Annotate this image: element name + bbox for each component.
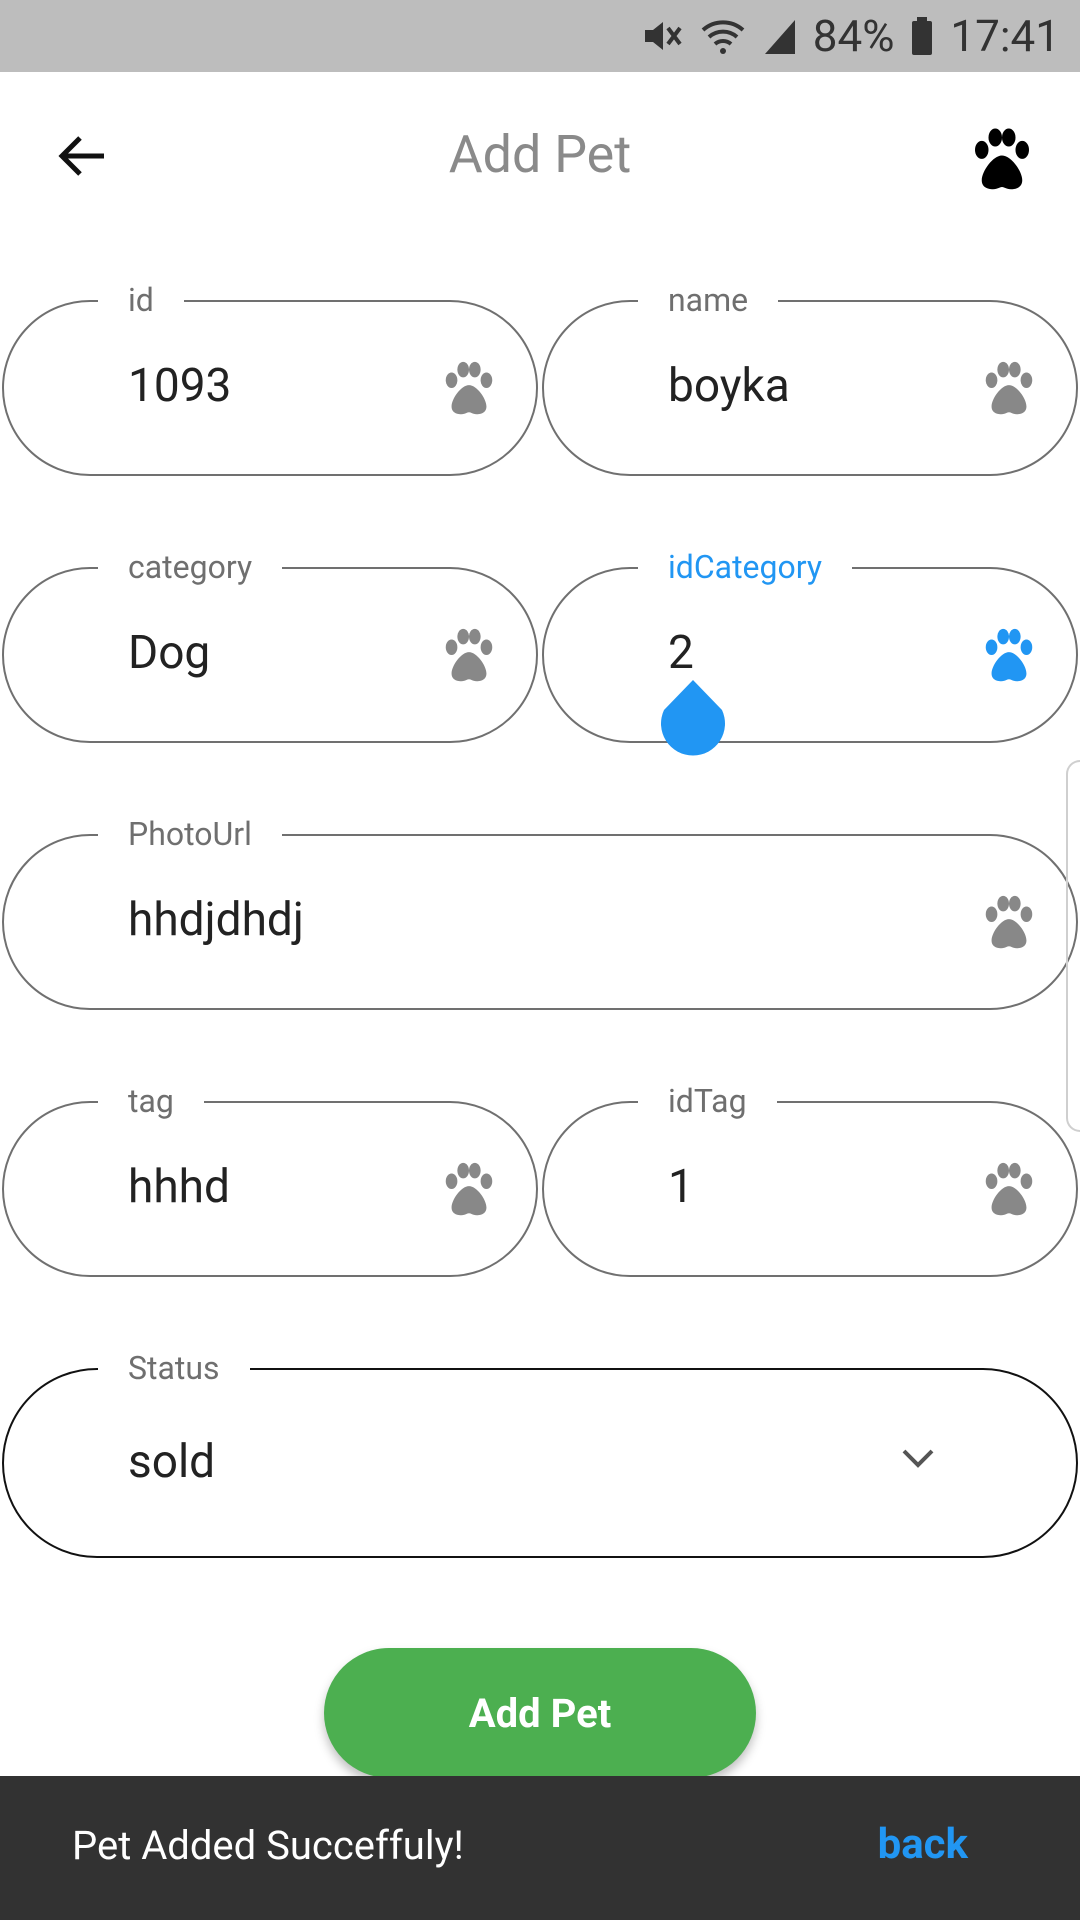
signal-icon <box>763 16 797 56</box>
paw-icon <box>978 1159 1040 1221</box>
snackbar: Pet Added Succeffuly! back <box>0 1776 1080 1920</box>
snackbar-back-button[interactable]: back <box>878 1820 968 1869</box>
battery-percent: 84% <box>812 10 895 62</box>
paw-icon <box>966 124 1038 196</box>
paw-icon <box>438 1159 500 1221</box>
id-tag-label: idTag <box>638 1079 777 1123</box>
status-value: sold <box>128 1435 216 1489</box>
id-category-label: idCategory <box>638 545 852 589</box>
name-value: boyka <box>668 359 790 413</box>
name-label: name <box>638 278 779 322</box>
category-label: category <box>98 545 283 589</box>
tag-label: tag <box>98 1079 204 1123</box>
id-value: 1093 <box>128 359 232 413</box>
chevron-down-icon <box>898 1438 938 1478</box>
id-field[interactable]: id 1093 <box>2 278 538 476</box>
category-field[interactable]: category Dog <box>2 545 538 743</box>
status-bar: 84% 17:41 <box>0 0 1080 72</box>
photo-url-label: PhotoUrl <box>98 812 282 856</box>
status-dropdown[interactable]: Status sold <box>2 1346 1078 1558</box>
photo-url-value: hhdjdhdj <box>128 893 304 947</box>
id-category-field[interactable]: idCategory 2 <box>542 545 1078 743</box>
paw-icon <box>438 625 500 687</box>
photo-url-field[interactable]: PhotoUrl hhdjdhdj <box>2 812 1078 1010</box>
app-bar: Add Pet <box>0 72 1080 242</box>
add-pet-button[interactable]: Add Pet <box>324 1648 756 1778</box>
text-cursor-handle[interactable] <box>660 680 726 760</box>
paw-icon <box>978 892 1040 954</box>
status-icons: 84% 17:41 <box>641 0 1060 72</box>
id-tag-value: 1 <box>668 1160 694 1214</box>
paw-icon <box>978 625 1040 687</box>
category-value: Dog <box>128 626 211 680</box>
id-label: id <box>98 278 184 322</box>
scrollbar[interactable] <box>1066 760 1080 1132</box>
paw-icon <box>978 358 1040 420</box>
id-category-value: 2 <box>668 626 694 680</box>
paw-icon <box>438 358 500 420</box>
battery-icon <box>910 16 934 56</box>
name-field[interactable]: name boyka <box>542 278 1078 476</box>
wifi-icon <box>699 16 747 56</box>
mute-icon <box>641 16 683 56</box>
id-tag-field[interactable]: idTag 1 <box>542 1079 1078 1277</box>
status-label: Status <box>98 1346 250 1390</box>
tag-value: hhhd <box>128 1160 230 1214</box>
tag-field[interactable]: tag hhhd <box>2 1079 538 1277</box>
clock: 17:41 <box>950 10 1060 62</box>
page-title: Add Pet <box>448 124 632 185</box>
snackbar-message: Pet Added Succeffuly! <box>72 1822 464 1869</box>
